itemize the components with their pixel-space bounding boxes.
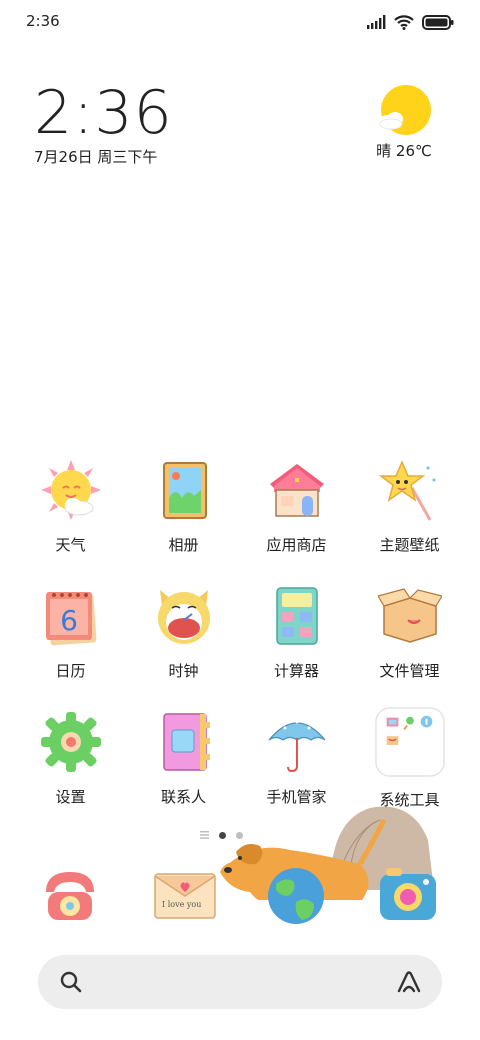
envelope-icon: [154, 873, 216, 919]
app-label: 文件管理: [379, 662, 440, 680]
battery-icon: [422, 14, 454, 30]
photo-frame-icon: [162, 462, 207, 519]
app-themes[interactable]: 主题壁纸: [353, 458, 466, 568]
app-label: 日历: [55, 662, 86, 680]
camera-icon[interactable]: [378, 864, 442, 924]
app-label: 计算器: [273, 662, 319, 680]
globe-icon[interactable]: [266, 866, 326, 926]
sun-icon: [40, 460, 101, 520]
calendar-icon: 6: [45, 592, 96, 646]
cat-clock-icon: [157, 590, 210, 644]
messages-app[interactable]: I love you: [154, 870, 216, 920]
app-label: 应用商店: [266, 536, 327, 554]
box-icon: [377, 588, 442, 643]
notebook-icon: [162, 713, 210, 771]
calculator-icon: [275, 587, 318, 645]
app-clock[interactable]: 时钟: [127, 584, 240, 694]
app-gallery[interactable]: 相册: [127, 458, 240, 568]
envelope-text: I love you: [162, 900, 202, 909]
status-icons: [366, 12, 454, 32]
app-store[interactable]: 应用商店: [240, 458, 353, 568]
weather-widget[interactable]: 晴 26℃: [364, 84, 444, 174]
app-label: 相册: [168, 536, 199, 554]
telephone-icon[interactable]: [38, 862, 102, 926]
app-label: 主题壁纸: [379, 536, 440, 554]
star-wand-icon: [378, 460, 435, 521]
app-settings[interactable]: 设置: [14, 710, 127, 820]
app-calendar[interactable]: 6 日历: [14, 584, 127, 694]
svg-text:6: 6: [60, 604, 78, 637]
wifi-icon: [394, 14, 414, 30]
signal-icon: [367, 15, 386, 29]
search-icon[interactable]: [60, 971, 82, 993]
app-label: 设置: [55, 788, 86, 806]
clock-widget[interactable]: 2:36 7月26日 周三下午: [34, 80, 274, 170]
dock: I love you: [0, 806, 480, 950]
assistant-icon[interactable]: [396, 971, 422, 993]
clock-date: 7月26日 周三下午: [34, 148, 158, 166]
app-label: 天气: [55, 536, 86, 554]
search-bar[interactable]: [38, 955, 442, 1009]
app-calculator[interactable]: 计算器: [240, 584, 353, 694]
clock-time: 2:36: [34, 78, 173, 148]
app-weather[interactable]: 天气: [14, 458, 127, 568]
folder-icon: [374, 707, 445, 777]
sun-cloud-icon: [378, 85, 431, 135]
weather-text: 晴 26℃: [376, 142, 432, 160]
app-files[interactable]: 文件管理: [353, 584, 466, 694]
umbrella-icon: [268, 720, 325, 773]
status-time: 2:36: [26, 12, 60, 30]
house-icon: [269, 464, 324, 517]
app-label: 时钟: [168, 662, 199, 680]
gear-icon: [40, 712, 101, 772]
status-bar: 2:36: [0, 0, 480, 44]
